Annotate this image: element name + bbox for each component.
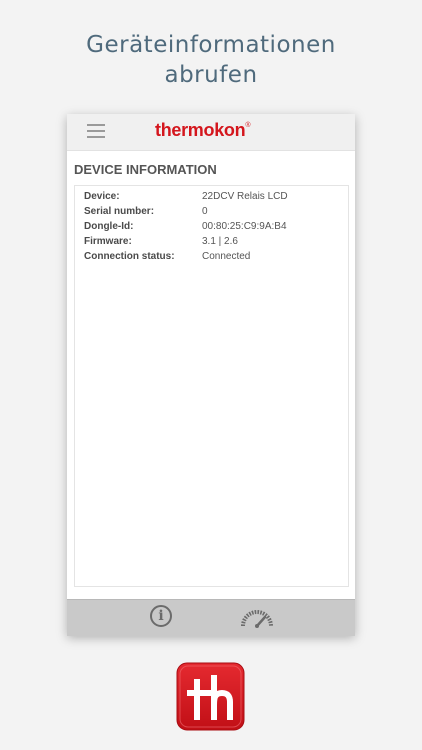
info-icon[interactable]: i <box>150 605 172 627</box>
info-row-dongle: Dongle-Id: 00:80:25:C9:9A:B4 <box>84 221 344 236</box>
thermokon-app-logo <box>176 662 245 731</box>
promo-headline: Geräteinformationen abrufen <box>0 30 422 90</box>
info-label: Connection status: <box>84 251 175 262</box>
info-label: Dongle-Id: <box>84 221 134 232</box>
registered-mark: ® <box>245 122 251 129</box>
info-label: Firmware: <box>84 236 132 247</box>
headline-line-2: abrufen <box>164 62 258 88</box>
info-label: Device: <box>84 191 120 202</box>
info-label: Serial number: <box>84 206 155 217</box>
hamburger-menu-icon[interactable] <box>87 124 105 138</box>
brand-name: thermokon <box>155 120 246 140</box>
phone-screen: thermokon® DEVICE INFORMATION Device: 22… <box>67 114 355 636</box>
th-logo-icon <box>176 662 245 731</box>
info-row-firmware: Firmware: 3.1 | 2.6 <box>84 236 344 251</box>
app-bar: thermokon® <box>67 114 355 151</box>
info-value: 3.1 | 2.6 <box>202 236 238 247</box>
info-value: 22DCV Relais LCD <box>202 191 288 202</box>
bottom-nav-bar: i <box>67 599 355 636</box>
brand-logo: thermokon® <box>155 120 250 141</box>
info-value: 0 <box>202 206 208 217</box>
info-row-device: Device: 22DCV Relais LCD <box>84 191 344 206</box>
info-value: 00:80:25:C9:9A:B4 <box>202 221 287 232</box>
device-info-panel: Device: 22DCV Relais LCD Serial number: … <box>74 185 349 587</box>
info-row-serial: Serial number: 0 <box>84 206 344 221</box>
headline-line-1: Geräteinformationen <box>86 32 336 58</box>
gauge-icon[interactable] <box>240 606 274 628</box>
info-row-connection: Connection status: Connected <box>84 251 344 266</box>
info-value: Connected <box>202 251 251 262</box>
section-title: DEVICE INFORMATION <box>74 162 217 177</box>
